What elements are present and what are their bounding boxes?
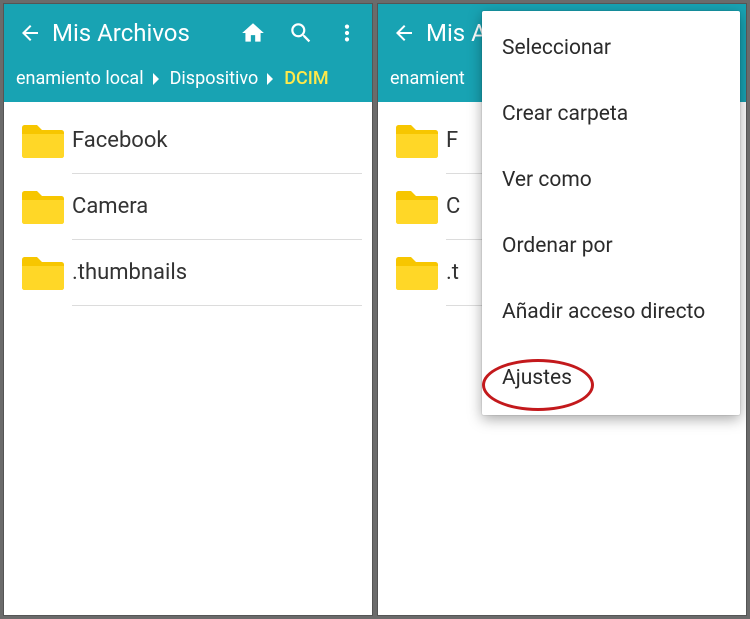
app-bar: Mis Archivos bbox=[4, 4, 372, 61]
list-item[interactable]: Facebook bbox=[4, 108, 372, 174]
menu-item-settings[interactable]: Ajustes bbox=[482, 345, 740, 411]
folder-name: Facebook bbox=[72, 128, 168, 153]
breadcrumb-item[interactable]: enamient bbox=[388, 68, 467, 89]
breadcrumb: enamiento local Dispositivo DCIM bbox=[4, 61, 372, 102]
folder-icon bbox=[14, 122, 72, 160]
folder-name: C bbox=[446, 194, 460, 219]
breadcrumb-item-current: DCIM bbox=[282, 68, 330, 89]
folder-icon bbox=[14, 254, 72, 292]
list-item[interactable]: .thumbnails bbox=[4, 240, 372, 306]
folder-name: .t bbox=[446, 260, 459, 285]
back-icon[interactable] bbox=[392, 21, 416, 45]
folder-list: Facebook Camera .thumbnails bbox=[4, 102, 372, 306]
overflow-menu-icon[interactable] bbox=[336, 20, 358, 46]
list-item[interactable]: Camera bbox=[4, 174, 372, 240]
menu-item-create-folder[interactable]: Crear carpeta bbox=[482, 81, 740, 147]
folder-name: .thumbnails bbox=[72, 260, 187, 285]
folder-icon bbox=[388, 188, 446, 226]
back-icon[interactable] bbox=[18, 21, 42, 45]
menu-item-select[interactable]: Seleccionar bbox=[482, 15, 740, 81]
folder-icon bbox=[388, 254, 446, 292]
breadcrumb-item[interactable]: Dispositivo bbox=[168, 68, 261, 89]
folder-name: F bbox=[446, 128, 458, 153]
folder-icon bbox=[14, 188, 72, 226]
search-icon[interactable] bbox=[288, 20, 314, 46]
folder-icon bbox=[388, 122, 446, 160]
overflow-menu: Seleccionar Crear carpeta Ver como Orden… bbox=[482, 11, 740, 415]
screen-left: Mis Archivos enamiento local Dispositivo… bbox=[3, 3, 373, 616]
app-title: Mis Archivos bbox=[52, 19, 240, 47]
menu-item-sort-by[interactable]: Ordenar por bbox=[482, 213, 740, 279]
screen-right: Mis A enamient F C .t bbox=[377, 3, 747, 616]
chevron-right-icon bbox=[266, 72, 276, 86]
chevron-right-icon bbox=[152, 72, 162, 86]
home-icon[interactable] bbox=[240, 20, 266, 46]
breadcrumb-item[interactable]: enamiento local bbox=[14, 68, 146, 89]
menu-item-add-shortcut[interactable]: Añadir acceso directo bbox=[482, 279, 740, 345]
menu-item-view-as[interactable]: Ver como bbox=[482, 147, 740, 213]
folder-name: Camera bbox=[72, 194, 148, 219]
